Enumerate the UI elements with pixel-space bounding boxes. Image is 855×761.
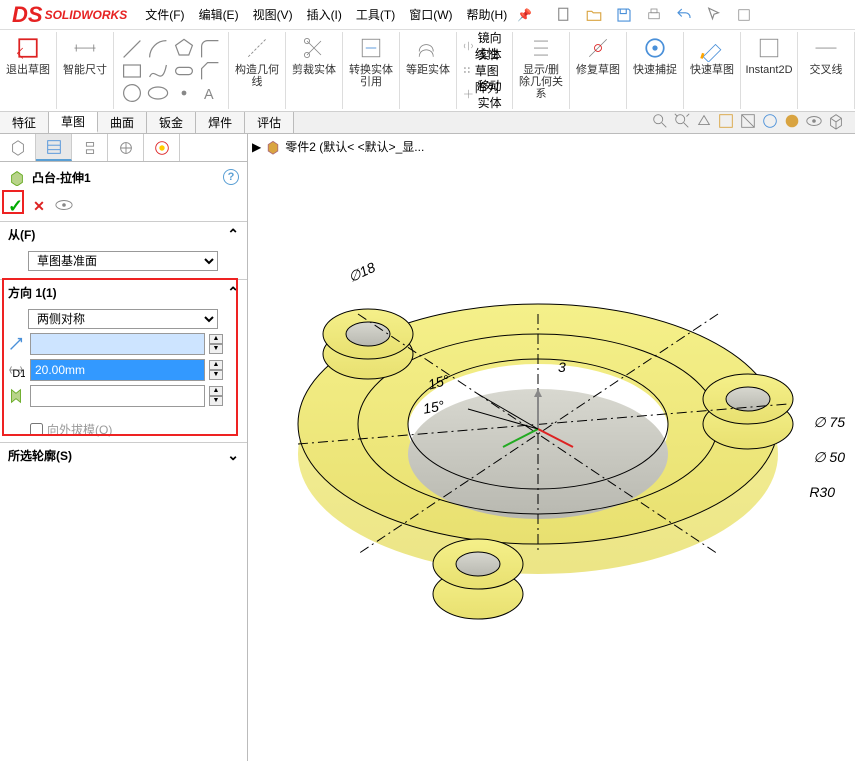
depth-icon: D1 (6, 360, 26, 380)
menu-insert[interactable]: 插入(I) (307, 6, 342, 23)
model-preview (268, 254, 838, 674)
panel-tab-feature-tree[interactable] (0, 134, 36, 161)
quick-snap-button[interactable]: 快速捕捉 (633, 34, 677, 76)
fillet-tool[interactable] (198, 39, 222, 59)
property-manager: 凸台-拉伸1 ? ✓ ✕ 从(F) ⌃ 草图基准面 方向 1(1 (0, 134, 248, 761)
command-tabs: 特征 草图 曲面 钣金 焊件 评估 (0, 112, 855, 134)
from-section-header[interactable]: 从(F) ⌃ (0, 222, 247, 247)
tab-surface[interactable]: 曲面 (98, 112, 147, 133)
breadcrumb[interactable]: ▶ 零件2 (默认< <默认>_显... (252, 138, 424, 155)
menu-bar: DSSOLIDWORKS 文件(F) 编辑(E) 视图(V) 插入(I) 工具(… (0, 0, 855, 30)
panel-tab-config[interactable] (72, 134, 108, 161)
direction1-type-select[interactable]: 两侧对称 (28, 309, 218, 329)
show-del-relations-button[interactable]: 显示/删除几何关系 (519, 34, 563, 100)
move-entity-button[interactable]: 移动实体 (463, 82, 506, 106)
dim-r30: R30 (809, 484, 835, 500)
selected-contours-header[interactable]: 所选轮廓(S) ⌄ (0, 443, 247, 468)
draft-icon[interactable] (6, 386, 26, 406)
chamfer-tool[interactable] (198, 61, 222, 81)
dim-d50: ∅ 50 (813, 449, 845, 466)
view-display-icon[interactable] (717, 112, 735, 133)
tab-feature[interactable]: 特征 (0, 112, 49, 133)
line-tool[interactable] (120, 39, 144, 59)
cancel-button[interactable]: ✕ (33, 198, 45, 215)
menu-file[interactable]: 文件(F) (145, 6, 184, 23)
menu-view[interactable]: 视图(V) (253, 6, 293, 23)
slot-tool[interactable] (172, 61, 196, 81)
qat-new[interactable] (552, 4, 576, 26)
convert-entity-button[interactable]: 转换实体引用 (349, 34, 393, 88)
qat-print[interactable] (642, 4, 666, 26)
from-select[interactable]: 草图基准面 (28, 251, 218, 271)
intersect-button[interactable]: 交叉线 (804, 34, 848, 76)
menu-edit[interactable]: 编辑(E) (199, 6, 239, 23)
tab-sketch[interactable]: 草图 (49, 112, 98, 133)
qat-undo[interactable] (672, 4, 696, 26)
svg-text:A: A (204, 87, 214, 103)
construct-geom-button[interactable]: 构造几何线 (235, 34, 279, 88)
menu-help[interactable]: 帮助(H) (467, 6, 508, 23)
extrude-boss-icon (8, 168, 26, 186)
dim-three: 3 (558, 359, 566, 375)
direction-spinner[interactable]: ▲▼ (209, 334, 223, 354)
svg-text:D1: D1 (12, 368, 25, 379)
instant2d-button[interactable]: Instant2D (747, 34, 791, 76)
point-tool[interactable] (172, 83, 196, 103)
draft-spinner[interactable]: ▲▼ (209, 386, 223, 406)
rect-tool[interactable] (120, 61, 144, 81)
repair-sketch-button[interactable]: 修复草图 (576, 34, 620, 76)
draft-input[interactable] (30, 385, 205, 407)
spline-tool[interactable] (146, 61, 170, 81)
panel-tab-dimxpert[interactable] (108, 134, 144, 161)
pin-icon[interactable]: 📌 (517, 8, 532, 22)
ok-button[interactable]: ✓ (8, 196, 23, 217)
view-hide-icon[interactable] (805, 112, 823, 133)
arc-tool[interactable] (146, 39, 170, 59)
trim-button[interactable]: 剪裁实体 (292, 34, 336, 76)
direction1-section-header[interactable]: 方向 1(1) ⌃ (0, 280, 247, 305)
panel-tab-property[interactable] (36, 134, 72, 161)
circle-tool[interactable] (120, 83, 144, 103)
view-section-icon[interactable] (739, 112, 757, 133)
qat-rebuild[interactable] (732, 4, 756, 26)
draft-outward-checkbox[interactable] (30, 423, 43, 436)
offset-entity-button[interactable]: 等距实体 (406, 34, 450, 76)
tab-evaluate[interactable]: 评估 (245, 112, 294, 133)
view-zoomfit-icon[interactable] (673, 112, 691, 133)
view-cube-icon[interactable] (827, 112, 845, 133)
exit-sketch-button[interactable]: 退出草图 (6, 34, 50, 76)
menu-tools[interactable]: 工具(T) (356, 6, 395, 23)
direction-vector-input[interactable] (30, 333, 205, 355)
graphics-viewport[interactable]: ▶ 零件2 (默认< <默认>_显... (248, 134, 855, 761)
reverse-direction-icon[interactable] (6, 334, 26, 354)
draft-outward-label: 向外拔模(O) (47, 421, 112, 438)
text-tool[interactable]: A (198, 83, 222, 103)
dim-d75: ∅ 75 (813, 414, 845, 431)
feature-title: 凸台-拉伸1 (32, 169, 91, 186)
menu-window[interactable]: 窗口(W) (409, 6, 452, 23)
view-scene-icon[interactable] (761, 112, 779, 133)
help-icon[interactable]: ? (223, 169, 239, 185)
qat-save[interactable] (612, 4, 636, 26)
depth-spinner[interactable]: ▲▼ (209, 360, 223, 380)
qat-select[interactable] (702, 4, 726, 26)
smart-dimension-button[interactable]: 智能尺寸 (63, 34, 107, 76)
app-logo: DSSOLIDWORKS (4, 2, 135, 28)
polygon-tool[interactable] (172, 39, 196, 59)
detailed-preview-icon[interactable] (55, 199, 73, 214)
panel-tab-appearance[interactable] (144, 134, 180, 161)
ellipse-tool[interactable] (146, 83, 170, 103)
tab-weld[interactable]: 焊件 (196, 112, 245, 133)
ribbon-toolbar: 退出草图 智能尺寸 A 构 (0, 30, 855, 112)
view-appearance-icon[interactable] (783, 112, 801, 133)
view-zoom-icon[interactable] (651, 112, 669, 133)
quick-sketch-button[interactable]: 快速草图 (690, 34, 734, 76)
app-name: SOLIDWORKS (45, 8, 128, 22)
depth-input[interactable] (30, 359, 205, 381)
tab-sheet[interactable]: 钣金 (147, 112, 196, 133)
view-orient-icon[interactable] (695, 112, 713, 133)
qat-open[interactable] (582, 4, 606, 26)
